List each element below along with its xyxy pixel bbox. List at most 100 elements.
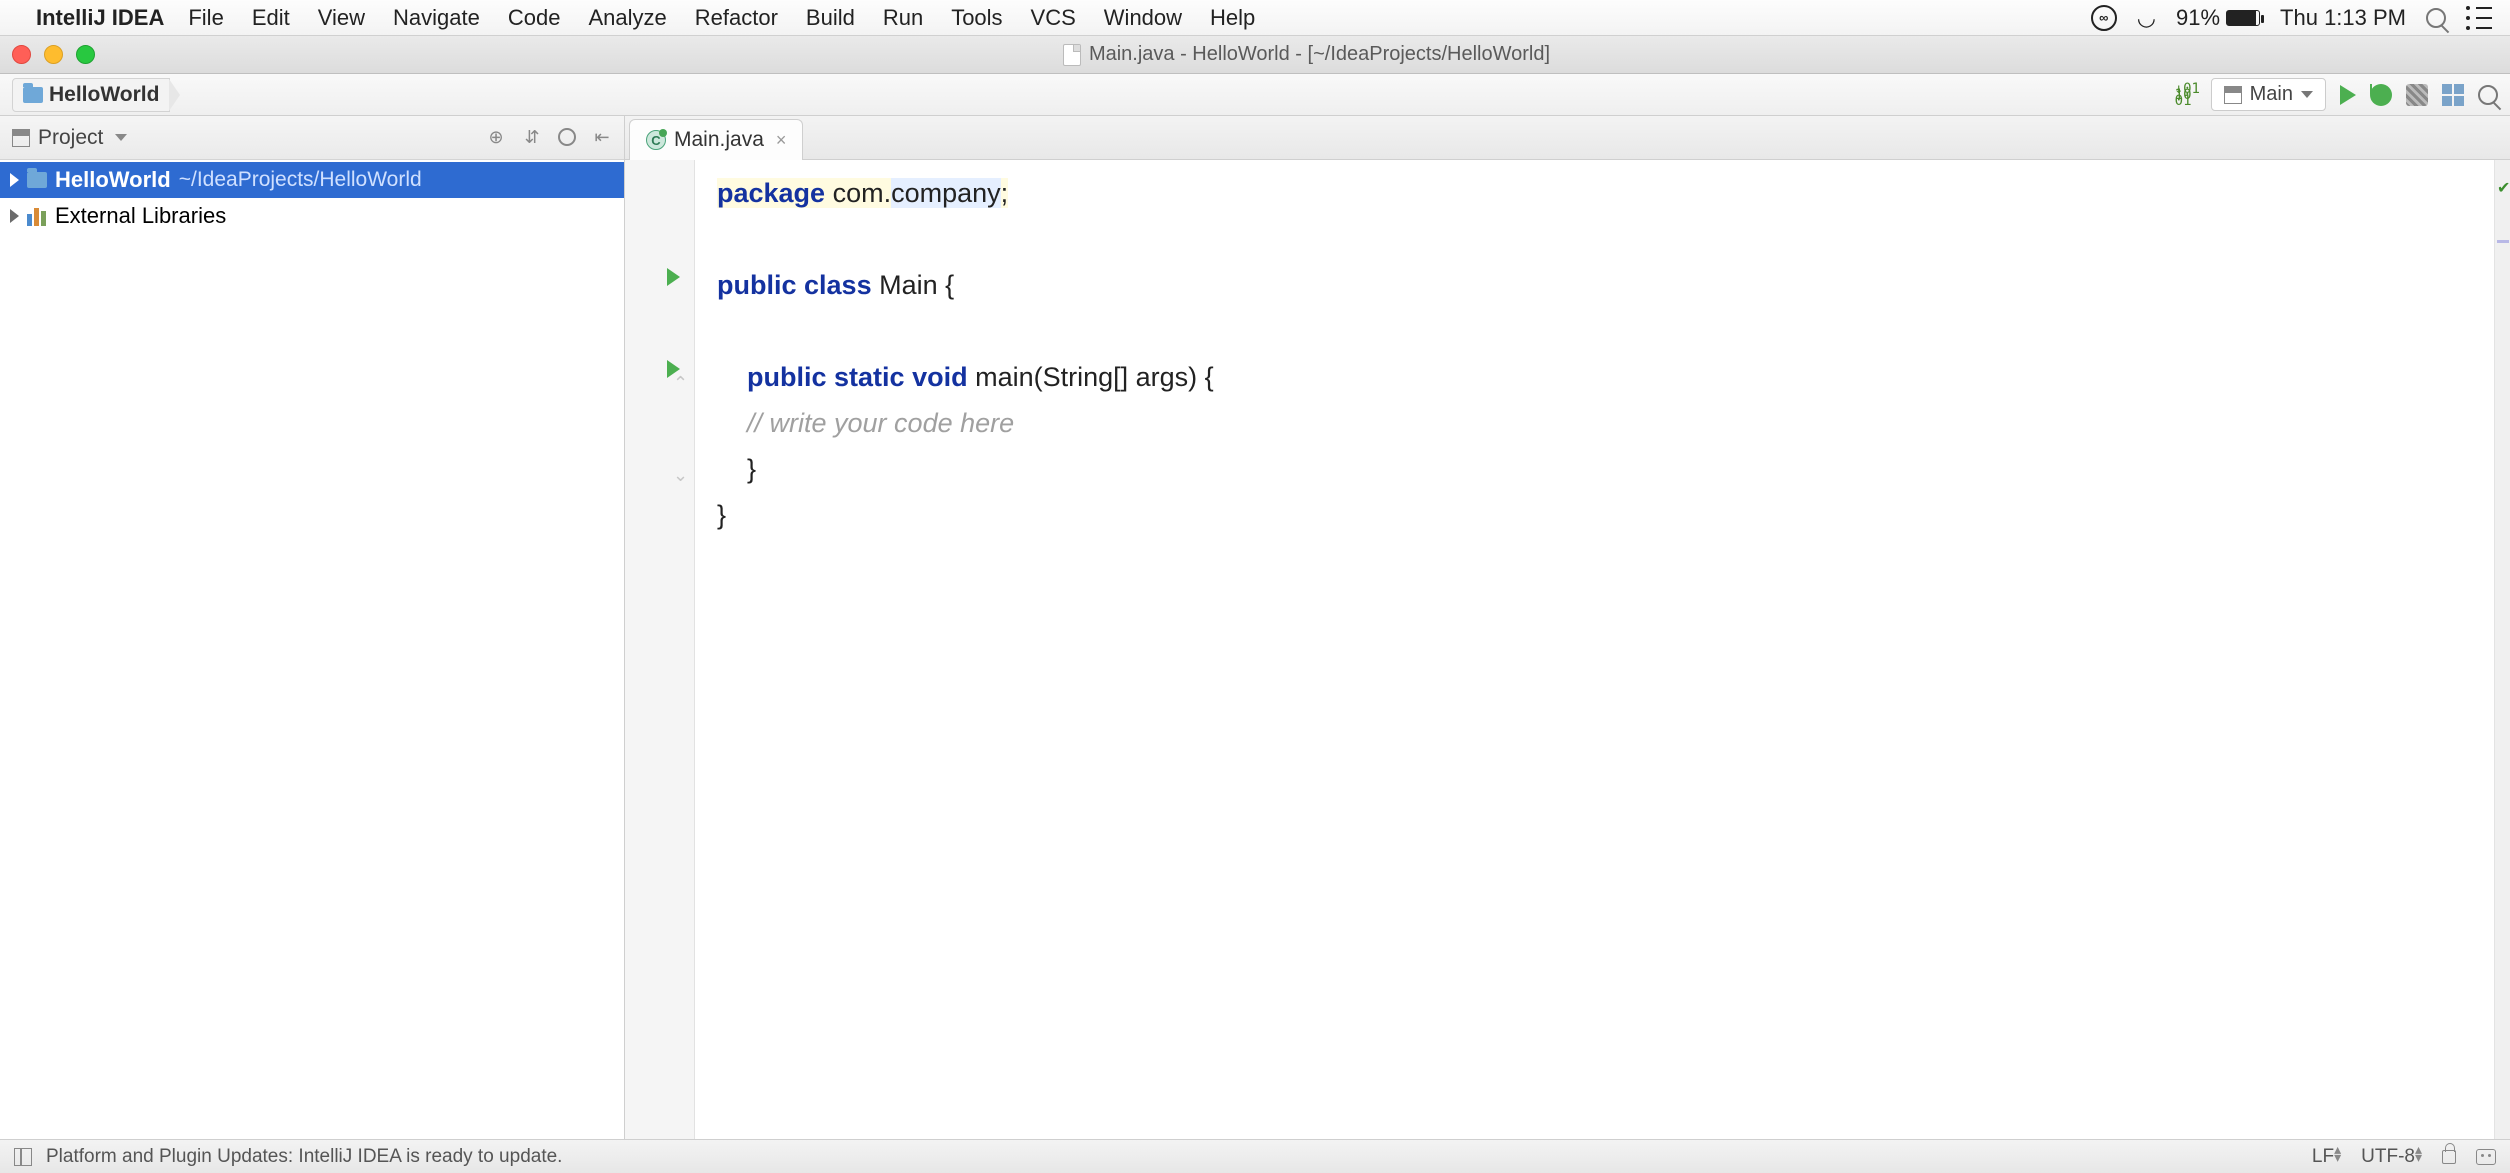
tree-external-libraries[interactable]: External Libraries (0, 198, 624, 234)
status-bar: Platform and Plugin Updates: IntelliJ ID… (0, 1139, 2510, 1173)
tab-label: Main.java (674, 128, 764, 152)
build-project-icon[interactable]: ↓011001 (2175, 86, 2197, 104)
menu-file[interactable]: File (188, 5, 223, 31)
wifi-icon[interactable]: ◡ (2137, 5, 2156, 31)
external-libraries-label: External Libraries (55, 203, 226, 229)
spotlight-icon[interactable] (2426, 8, 2446, 28)
menu-refactor[interactable]: Refactor (695, 5, 778, 31)
navigation-bar: HelloWorld ↓011001 Main (0, 74, 2510, 116)
code-text: } (717, 454, 756, 484)
run-button[interactable] (2340, 85, 2356, 105)
toolwindow-toggle-icon[interactable] (14, 1148, 32, 1166)
collapse-all-icon[interactable]: ⇵ (522, 128, 542, 148)
breadcrumb-root[interactable]: HelloWorld (12, 78, 170, 112)
code-keyword: public (747, 362, 827, 392)
window-zoom-button[interactable] (76, 45, 95, 64)
code-text: com. (825, 178, 891, 208)
project-structure-button[interactable] (2442, 84, 2464, 106)
java-class-icon: C (646, 130, 666, 150)
project-toolbar: Project ⊕ ⇵ ⇤ (0, 116, 624, 160)
project-root-path: ~/IdeaProjects/HelloWorld (179, 168, 422, 192)
code-keyword: package (717, 178, 825, 208)
menu-help[interactable]: Help (1210, 5, 1255, 31)
clock[interactable]: Thu 1:13 PM (2280, 5, 2406, 31)
inspector-hector-icon[interactable] (2476, 1149, 2496, 1165)
locate-icon[interactable]: ⊕ (486, 128, 506, 148)
code-text: main(String[] args) { (968, 362, 1214, 392)
app-menu[interactable]: IntelliJ IDEA (36, 5, 164, 31)
coverage-button[interactable] (2406, 84, 2428, 106)
menu-code[interactable]: Code (508, 5, 561, 31)
menu-analyze[interactable]: Analyze (588, 5, 666, 31)
run-line-marker-icon[interactable] (667, 268, 680, 286)
code-keyword: class (804, 270, 872, 300)
encoding-widget[interactable]: UTF-8▴▾ (2361, 1145, 2422, 1168)
menu-view[interactable]: View (318, 5, 365, 31)
editor-area: C Main.java × ⌃ ⌄ package com.company; p… (625, 116, 2510, 1139)
menu-build[interactable]: Build (806, 5, 855, 31)
code-comment: // write your code here (747, 408, 1014, 438)
code-keyword: public (717, 270, 797, 300)
menu-navigate[interactable]: Navigate (393, 5, 480, 31)
view-mode-dropdown-icon[interactable] (115, 134, 127, 141)
libraries-icon (27, 206, 47, 226)
code-keyword: void (912, 362, 968, 392)
notification-center-icon[interactable] (2466, 6, 2492, 30)
window-close-button[interactable] (12, 45, 31, 64)
editor-gutter[interactable]: ⌃ ⌄ (625, 160, 695, 1139)
menu-run[interactable]: Run (883, 5, 923, 31)
mac-menubar: IntelliJ IDEA File Edit View Navigate Co… (0, 0, 2510, 36)
window-titlebar: Main.java - HelloWorld - [~/IdeaProjects… (0, 36, 2510, 74)
window-minimize-button[interactable] (44, 45, 63, 64)
code-editor[interactable]: ⌃ ⌄ package com.company; public class Ma… (625, 160, 2510, 1139)
code-text: Main { (872, 270, 955, 300)
toolbar-right: ↓011001 Main (2175, 78, 2498, 111)
fold-marker-icon[interactable]: ⌃ (673, 360, 688, 406)
chevron-down-icon (2301, 91, 2313, 98)
status-message[interactable]: Platform and Plugin Updates: IntelliJ ID… (46, 1146, 562, 1168)
project-view-icon (12, 129, 30, 147)
battery-percent: 91% (2176, 5, 2220, 31)
stripe-marker[interactable] (2497, 240, 2509, 243)
run-config-name: Main (2250, 83, 2293, 106)
editor-error-stripe[interactable]: ✔ (2494, 160, 2510, 1139)
window-traffic-lights (12, 45, 95, 64)
tree-project-root[interactable]: HelloWorld ~/IdeaProjects/HelloWorld (0, 162, 624, 198)
debug-button[interactable] (2370, 84, 2392, 106)
tab-main-java[interactable]: C Main.java × (629, 119, 803, 160)
run-config-selector[interactable]: Main (2211, 78, 2326, 111)
hide-icon[interactable]: ⇤ (592, 128, 612, 148)
menu-vcs[interactable]: VCS (1031, 5, 1076, 31)
code-text: company (891, 178, 1001, 208)
inspection-ok-icon[interactable]: ✔ (2497, 166, 2510, 212)
expand-arrow-icon[interactable] (10, 173, 19, 187)
code-content[interactable]: package com.company; public class Main {… (695, 160, 1214, 1139)
search-everywhere-icon[interactable] (2478, 85, 2498, 105)
code-text: } (717, 500, 726, 530)
editor-tabs: C Main.java × (625, 116, 2510, 160)
document-icon (1063, 44, 1081, 66)
window-title: Main.java - HelloWorld - [~/IdeaProjects… (1089, 43, 1550, 66)
project-root-name: HelloWorld (55, 167, 171, 193)
settings-gear-icon[interactable] (558, 128, 576, 146)
code-keyword: static (834, 362, 905, 392)
expand-arrow-icon[interactable] (10, 209, 19, 223)
creative-cloud-icon[interactable]: ∞ (2091, 5, 2117, 31)
project-tree[interactable]: HelloWorld ~/IdeaProjects/HelloWorld Ext… (0, 160, 624, 234)
code-text: ; (1001, 178, 1009, 208)
app-config-icon (2224, 86, 2242, 104)
folder-icon (27, 172, 47, 188)
menu-window[interactable]: Window (1104, 5, 1182, 31)
line-separator-widget[interactable]: LF▴▾ (2312, 1145, 2341, 1168)
battery-status[interactable]: 91% (2176, 5, 2260, 31)
breadcrumb-label: HelloWorld (49, 83, 159, 107)
close-tab-icon[interactable]: × (776, 130, 787, 151)
battery-icon (2226, 10, 2260, 26)
main-area: Project ⊕ ⇵ ⇤ HelloWorld ~/IdeaProjects/… (0, 116, 2510, 1139)
readonly-lock-icon[interactable] (2442, 1150, 2456, 1164)
project-title[interactable]: Project (38, 126, 103, 150)
fold-marker-icon[interactable]: ⌄ (673, 452, 688, 498)
folder-icon (23, 87, 43, 103)
menu-tools[interactable]: Tools (951, 5, 1002, 31)
menu-edit[interactable]: Edit (252, 5, 290, 31)
